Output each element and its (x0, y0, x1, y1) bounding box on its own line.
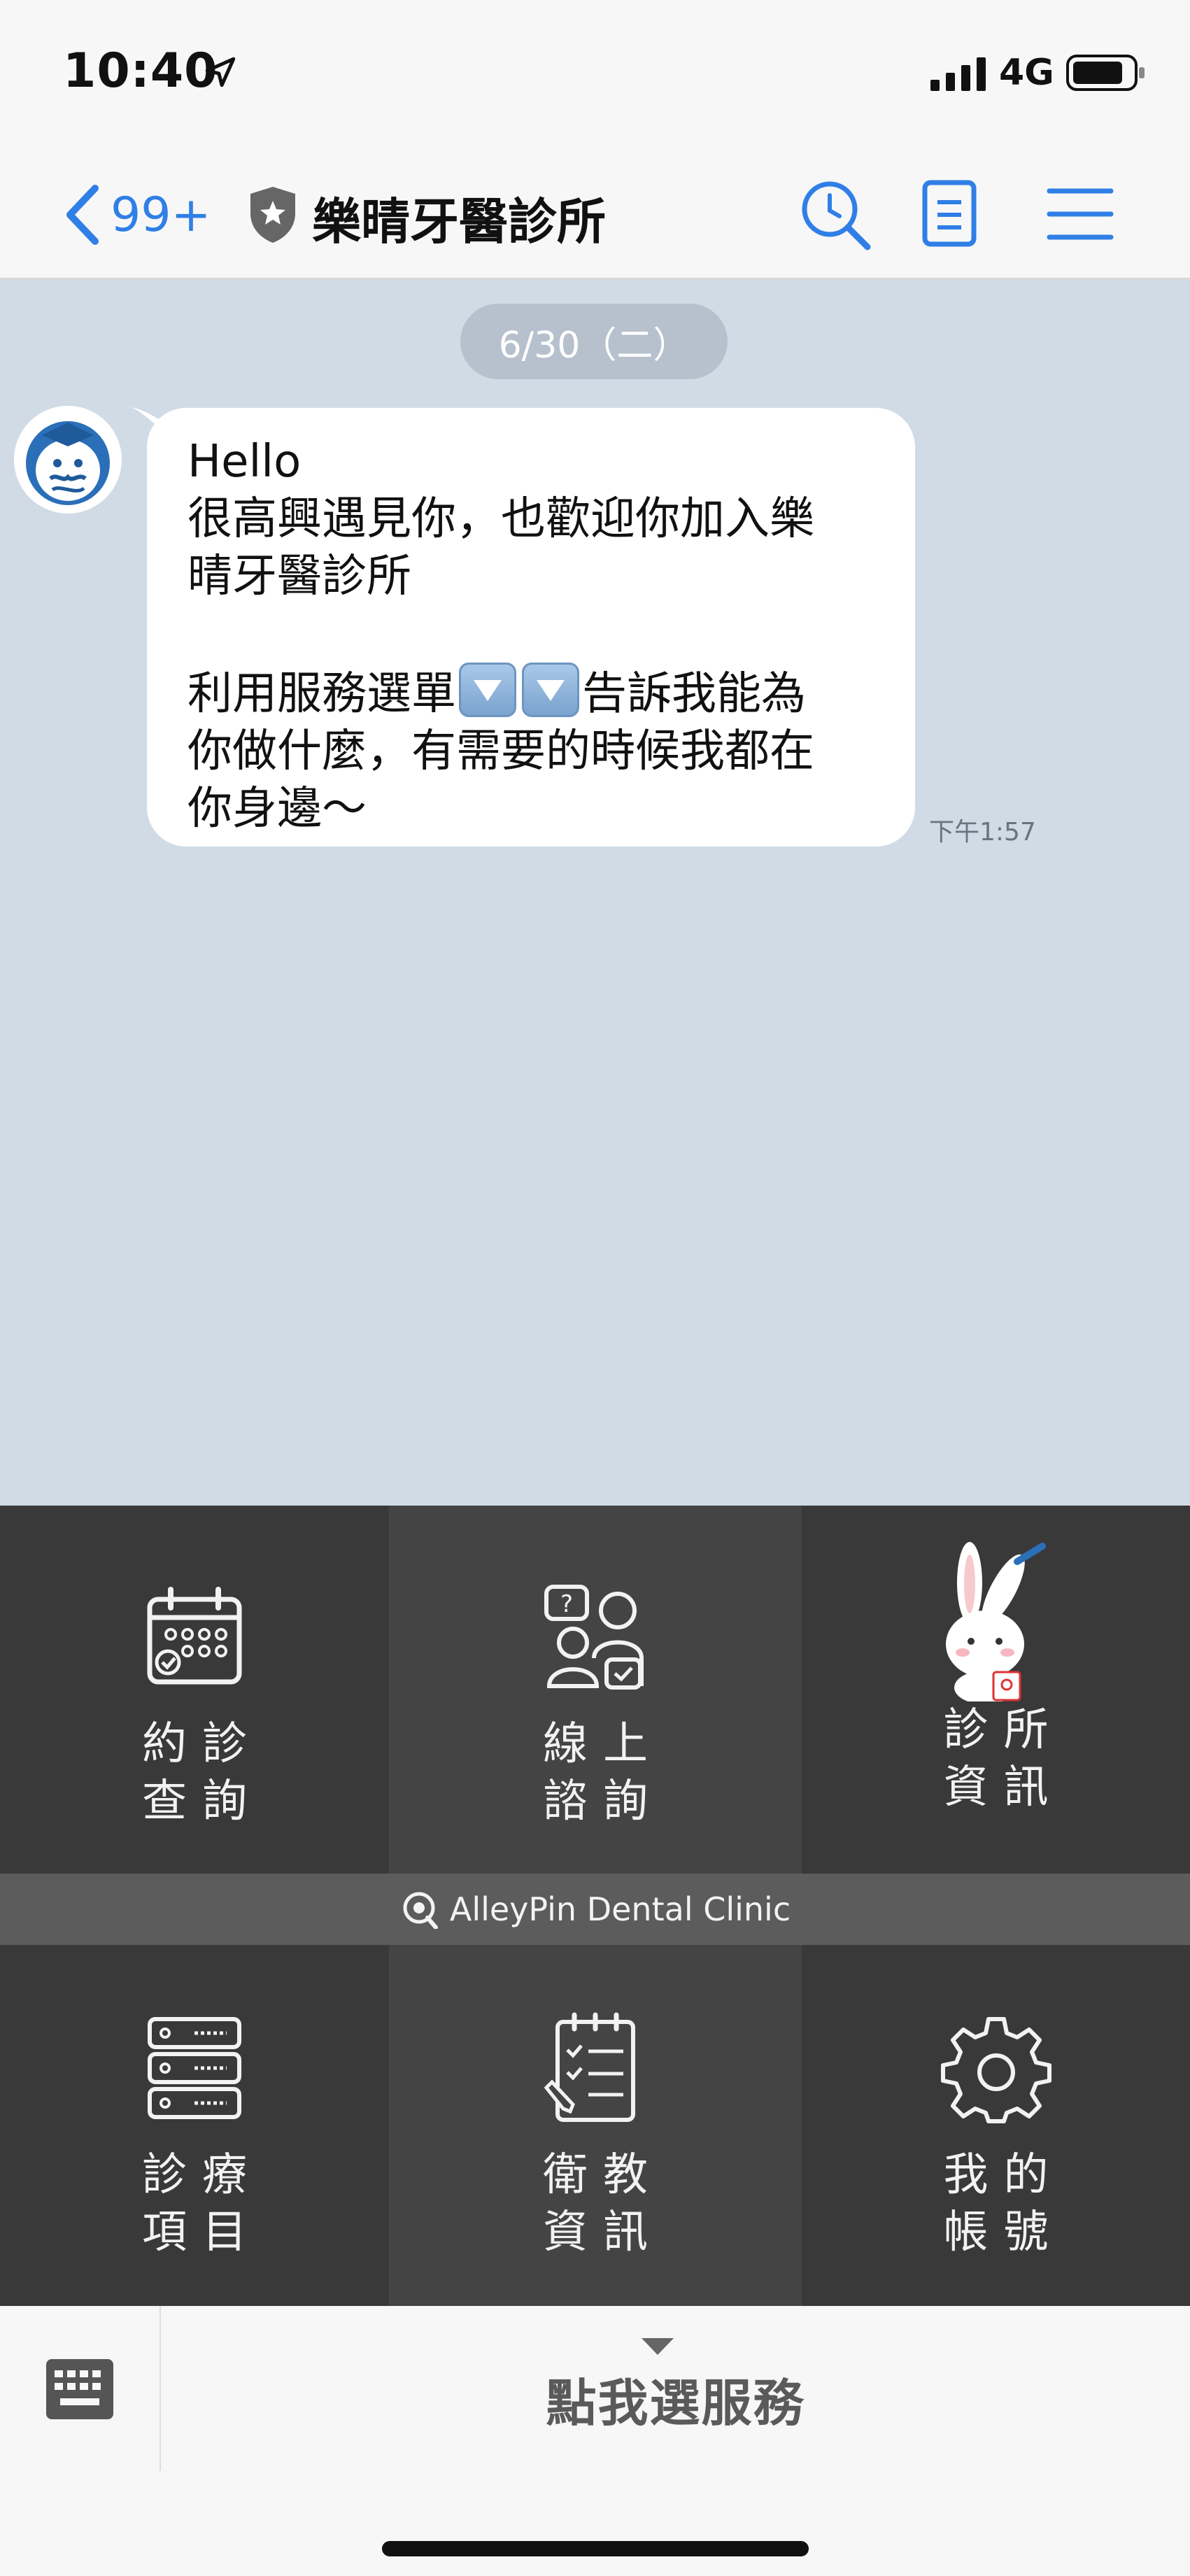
caret-down-icon[interactable] (640, 2337, 675, 2356)
menu-tile-label: 診療 項目 (127, 2146, 262, 2261)
home-indicator[interactable] (382, 2541, 809, 2556)
menu-tile-my-account[interactable]: 我的 帳號 (802, 1945, 1190, 2306)
tooth-mascot-icon (14, 406, 122, 514)
label-line: 診所 (943, 1704, 1064, 1756)
verified-shield-icon (250, 187, 295, 243)
keyboard-icon[interactable] (43, 2356, 116, 2422)
menu-tile-appointment[interactable]: 約診 查詢 (0, 1506, 389, 1874)
unread-count: 99+ (111, 187, 211, 243)
down-arrow-emoji-icon (522, 663, 579, 717)
menu-tile-label: 線上 諮詢 (527, 1715, 663, 1830)
toggle-service-menu-button[interactable]: 點我選服務 (161, 2362, 1190, 2435)
chevron-left-icon (66, 185, 99, 245)
back-button[interactable]: 99+ (62, 178, 211, 251)
message-line: 你身邊～ (187, 783, 367, 835)
message-line: Hello (187, 436, 302, 488)
chat-header: 99+ 樂晴牙醫診所 (0, 150, 1190, 280)
calendar-icon (147, 1587, 242, 1685)
message-line: 很高興遇見你，也歡迎你加入樂 (187, 493, 814, 545)
status-time: 10:40 (63, 43, 218, 99)
down-arrow-emoji-icon (459, 663, 516, 717)
location-arrow-icon (205, 57, 236, 87)
tooth-logo-icon (403, 1892, 438, 1929)
menu-tile-label: 衛教 資訊 (527, 2146, 663, 2261)
bottom-bar: 點我選服務 (0, 2306, 1190, 2576)
menu-tile-clinic-info[interactable]: 診所 資訊 (802, 1506, 1190, 1874)
menu-tile-treatments[interactable]: 診療 項目 (0, 1945, 389, 2306)
menu-tile-label: 我的 帳號 (928, 2146, 1064, 2261)
rich-menu: 約診 查詢 ? 線上 諮詢 診所 資訊 AlleyPin Dental Clin… (0, 1506, 1190, 2306)
notes-icon[interactable] (915, 178, 984, 248)
menu-tile-label: 約診 查詢 (127, 1715, 262, 1830)
message-text: 告訴我能為 (582, 668, 806, 720)
date-separator: 6/30（二） (460, 304, 728, 379)
signal-icon (930, 57, 986, 91)
search-icon[interactable] (798, 177, 873, 253)
banner-text: AlleyPin Dental Clinic (449, 1890, 791, 1928)
message-text: 利用服務選單 (187, 668, 456, 720)
clipboard-icon (544, 2012, 635, 2122)
message-timestamp: 下午1:57 (929, 818, 1036, 847)
label-line: 帳號 (943, 2207, 1064, 2258)
label-line: 約診 (142, 1718, 262, 1770)
label-line: 資訊 (543, 2207, 663, 2258)
gear-icon (940, 2017, 1051, 2123)
label-line: 查詢 (142, 1776, 262, 1827)
consult-icon: ? (544, 1585, 644, 1690)
label-line: 資訊 (943, 1762, 1064, 1813)
message-line-blank (187, 605, 874, 663)
label-line: 線上 (543, 1718, 663, 1770)
hamburger-menu-icon[interactable] (1047, 184, 1114, 244)
battery-icon (1066, 55, 1145, 91)
message-line: 你做什麼，有需要的時候我都在 (187, 726, 814, 777)
rabbit-mascot-icon (945, 1542, 1046, 1701)
status-bar: 10:40 4G (0, 0, 1190, 150)
menu-tile-label: 診所 資訊 (928, 1701, 1064, 1816)
message-line: 利用服務選單 告訴我能為 (187, 663, 874, 723)
network-type: 4G (999, 52, 1054, 94)
label-line: 診療 (142, 2149, 262, 2201)
chat-title: 樂晴牙醫診所 (312, 193, 606, 250)
label-line: 衛教 (543, 2149, 663, 2201)
message-line: 晴牙醫診所 (187, 551, 411, 602)
label-line: 我的 (943, 2149, 1064, 2201)
menu-tile-online-consult[interactable]: ? 線上 諮詢 (389, 1506, 802, 1874)
label-line: 諮詢 (543, 1776, 663, 1827)
clinic-avatar[interactable] (14, 406, 122, 514)
svg-text:?: ? (560, 1590, 573, 1618)
label-line: 項目 (142, 2207, 262, 2258)
menu-tile-health-education[interactable]: 衛教 資訊 (389, 1945, 802, 2306)
message-bubble[interactable]: Hello 很高興遇見你，也歡迎你加入樂 晴牙醫診所 利用服務選單 告訴我能為 你… (147, 408, 915, 847)
list-icon (148, 2017, 241, 2119)
clinic-brand-banner: AlleyPin Dental Clinic (0, 1874, 1190, 1945)
